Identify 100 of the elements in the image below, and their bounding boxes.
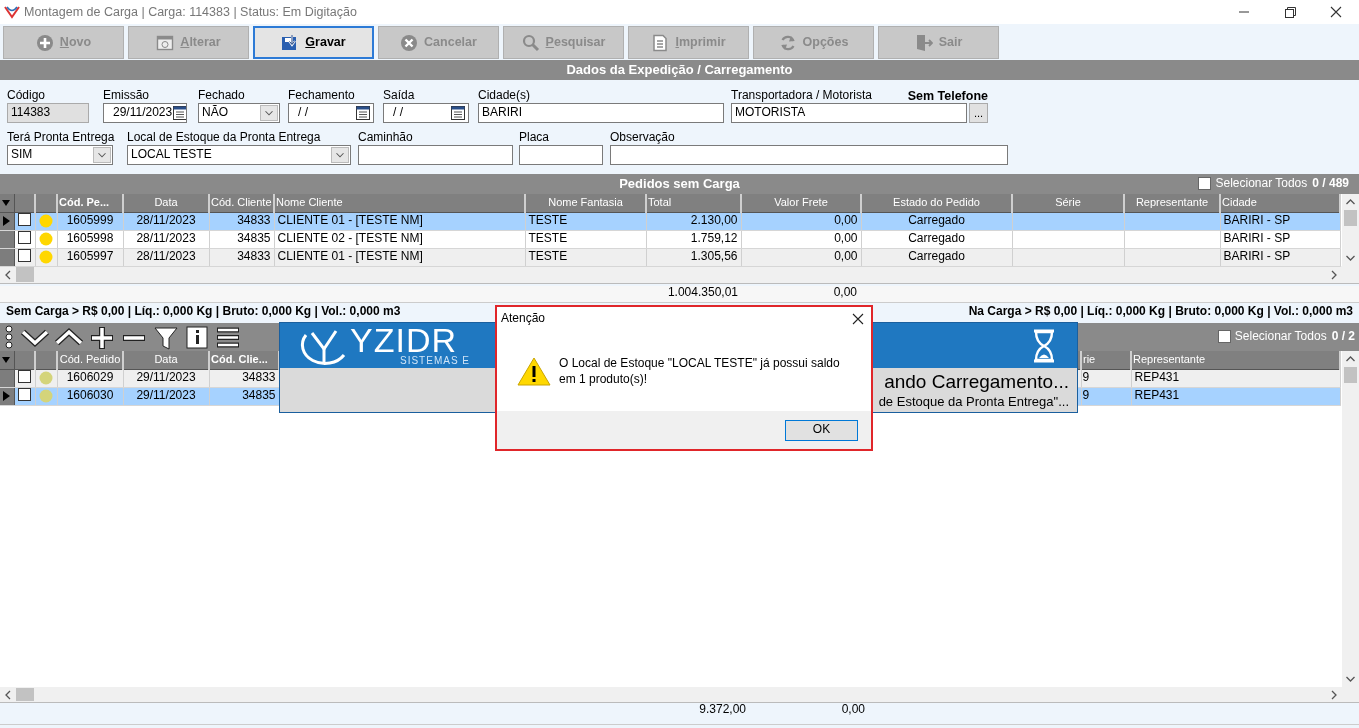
calendar-icon[interactable]	[355, 105, 371, 121]
table-cell: 1606030	[57, 387, 123, 405]
record-count: 0 / 2	[1331, 330, 1355, 344]
date-field[interactable]: / /	[383, 103, 469, 123]
dropdown-field[interactable]: NÃO	[198, 103, 280, 123]
info-icon[interactable]	[184, 323, 210, 351]
field-label: Placa	[519, 131, 550, 145]
total-value: 0,00	[832, 286, 857, 301]
text-field[interactable]: BARIRI	[478, 103, 724, 123]
table-cell: 28/11/2023	[123, 230, 209, 248]
field-label: Terá Pronta Entrega	[7, 131, 115, 145]
calendar-icon[interactable]	[172, 105, 186, 121]
loading-message: ando Carregamento...	[884, 372, 1069, 393]
phone-status: Sem Telefone	[907, 89, 988, 103]
table-cell: 34835	[209, 230, 274, 248]
table-cell: 28/11/2023	[123, 248, 209, 266]
column-header[interactable]: Total	[646, 194, 741, 212]
dropdown-icon[interactable]	[93, 147, 111, 163]
field-label: Fechamento	[288, 89, 355, 103]
table-cell: 9	[1081, 369, 1131, 387]
select-all-checkbox[interactable]: Selecionar Todos	[1198, 177, 1308, 191]
table-cell: TESTE	[525, 230, 646, 248]
field-label: Observação	[610, 131, 675, 145]
scroll-thumb[interactable]	[16, 688, 34, 701]
table-cell: 1605998	[57, 230, 123, 248]
table-cell: 1.759,12	[646, 230, 741, 248]
toolbar-button[interactable]: Gravar	[253, 26, 374, 59]
warning-icon	[517, 356, 551, 386]
horizontal-scrollbar[interactable]	[0, 687, 1359, 703]
column-header[interactable]: Cód. Pe...	[57, 194, 123, 212]
table-cell: CLIENTE 02 - [TESTE NM]	[274, 230, 525, 248]
text-field[interactable]: MOTORISTA	[731, 103, 967, 123]
field-label: Fechado	[198, 89, 245, 103]
table-cell: BARIRI - SP	[1220, 212, 1340, 230]
column-header[interactable]: Valor Frete	[741, 194, 861, 212]
lookup-button[interactable]: ...	[969, 103, 988, 123]
hourglass-icon	[1031, 328, 1057, 363]
table-cell: Carregado	[861, 212, 1012, 230]
column-header[interactable]: Data	[123, 194, 209, 212]
field-label: Transportadora / Motorista	[731, 89, 872, 103]
column-header[interactable]: Cód. Pedido	[57, 351, 123, 369]
column-header[interactable]: Série	[1012, 194, 1124, 212]
ok-button[interactable]: OK	[785, 419, 858, 441]
field-label: Código	[7, 89, 46, 103]
field-label: Caminhão	[358, 131, 413, 145]
loading-detail: de Estoque da Pronta Entrega"...	[878, 394, 1069, 410]
vertical-scrollbar[interactable]	[1342, 194, 1359, 266]
column-header[interactable]: Estado do Pedido	[861, 194, 1012, 212]
column-header[interactable]: Cidade	[1220, 194, 1340, 212]
dropdown-field[interactable]: SIM	[7, 145, 113, 165]
window-title: Montagem de Carga | Carga: 114383 | Status: Em Digitação	[24, 4, 357, 20]
text-field[interactable]	[519, 145, 603, 165]
field-label: Saída	[383, 89, 415, 103]
plus-circle-icon	[35, 33, 54, 52]
column-header[interactable]: Data	[123, 351, 209, 369]
total-value: 9.372,00	[698, 703, 746, 718]
document-icon	[651, 33, 670, 52]
section-title: Pedidos sem Carga	[619, 176, 740, 192]
vertical-scrollbar[interactable]	[1342, 351, 1359, 687]
dropdown-field[interactable]: LOCAL TESTE	[127, 145, 351, 165]
scroll-thumb[interactable]	[1344, 210, 1357, 226]
table-cell: TESTE	[525, 248, 646, 266]
table-cell: 28/11/2023	[123, 212, 209, 230]
column-header[interactable]: Representante	[1124, 194, 1220, 212]
date-field[interactable]: / /	[288, 103, 374, 123]
scroll-thumb[interactable]	[1344, 367, 1357, 383]
table-cell: 0,00	[741, 248, 861, 266]
total-value: 1.004.350,01	[666, 286, 738, 301]
column-header[interactable]: Nome Fantasia	[525, 194, 646, 212]
select-all-checkbox[interactable]: Selecionar Todos	[1217, 330, 1327, 344]
column-header[interactable]: Nome Cliente	[274, 194, 525, 212]
dropdown-icon[interactable]	[260, 105, 278, 121]
table-cell: 0,00	[741, 230, 861, 248]
exit-door-icon	[914, 33, 933, 52]
scroll-thumb[interactable]	[16, 267, 34, 282]
table-cell: REP431	[1131, 387, 1340, 405]
column-header[interactable]: Representante	[1131, 351, 1340, 369]
dialog-message: O Local de Estoque "LOCAL TESTE" já possui saldo em 1 produto(s)!	[559, 355, 841, 387]
table-cell: 1606029	[57, 369, 123, 387]
dropdown-icon[interactable]	[331, 147, 349, 163]
calendar-icon[interactable]	[450, 105, 466, 121]
field-label: Emissão	[103, 89, 149, 103]
column-header[interactable]: Cód. Cliente	[209, 194, 274, 212]
table-cell: 34833	[209, 212, 274, 230]
date-field[interactable]: 29/11/2023	[103, 103, 187, 123]
close-icon[interactable]	[851, 312, 865, 326]
dialog-title: Atenção	[501, 312, 546, 326]
more-vertical-icon[interactable]	[2, 323, 16, 351]
table-cell: 1.305,56	[646, 248, 741, 266]
table-cell: BARIRI - SP	[1220, 248, 1340, 266]
column-header[interactable]: Cód. Clie...	[209, 351, 279, 369]
text-field[interactable]	[358, 145, 513, 165]
table-cell: BARIRI - SP	[1220, 230, 1340, 248]
table-cell: 29/11/2023	[123, 387, 209, 405]
table-cell: 34833	[209, 248, 274, 266]
table-cell: 2.130,00	[646, 212, 741, 230]
column-header[interactable]: rie	[1081, 351, 1131, 369]
summary-text: Na Carga > R$ 0,00 | Líq.: 0,000 Kg | Bruto: 0,000 Kg | Vol.: 0,000 m3	[968, 304, 1353, 319]
search-icon	[521, 33, 540, 52]
text-field[interactable]	[610, 145, 1008, 165]
